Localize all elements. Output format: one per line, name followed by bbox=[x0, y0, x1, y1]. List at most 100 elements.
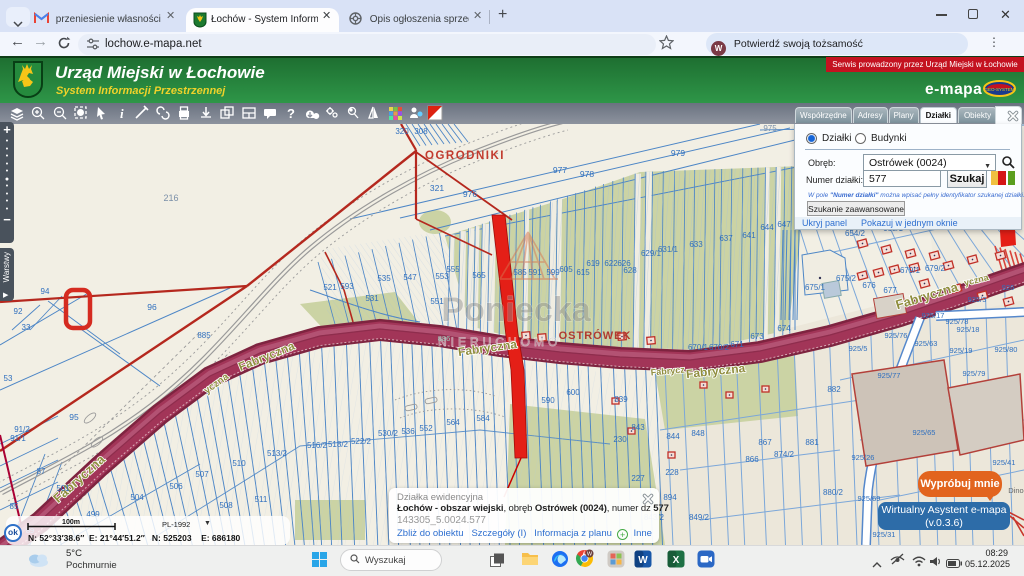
svg-text:926: 926 bbox=[1002, 283, 1015, 292]
svg-text:91/1: 91/1 bbox=[10, 434, 26, 443]
svg-text:522/2: 522/2 bbox=[351, 437, 372, 446]
svg-text:Poniecka: Poniecka bbox=[441, 291, 591, 329]
svg-text:85: 85 bbox=[10, 502, 19, 511]
svg-text:925/5: 925/5 bbox=[849, 344, 868, 353]
svg-text:228: 228 bbox=[665, 468, 679, 477]
svg-text:?: ? bbox=[287, 106, 295, 121]
svg-text:100m: 100m bbox=[62, 519, 80, 526]
svg-text:925/69: 925/69 bbox=[858, 494, 881, 503]
svg-text:530/2: 530/2 bbox=[378, 429, 399, 438]
svg-text:882: 882 bbox=[827, 385, 841, 394]
svg-text:X: X bbox=[673, 555, 680, 566]
svg-text:670/2: 670/2 bbox=[709, 343, 730, 352]
svg-text:535: 535 bbox=[377, 274, 391, 283]
svg-text:506: 506 bbox=[169, 482, 183, 491]
svg-text:OSTRÓWEK: OSTRÓWEK bbox=[559, 329, 632, 342]
svg-text:631/1: 631/1 bbox=[658, 245, 679, 254]
svg-text:670/1: 670/1 bbox=[688, 343, 709, 352]
svg-text:227: 227 bbox=[631, 474, 645, 483]
svg-text:677: 677 bbox=[883, 286, 897, 295]
svg-text:654/2: 654/2 bbox=[845, 229, 866, 238]
svg-text:565: 565 bbox=[472, 271, 486, 280]
svg-text:516/2: 516/2 bbox=[307, 441, 328, 450]
svg-text:839: 839 bbox=[614, 395, 628, 404]
svg-text:977: 977 bbox=[553, 165, 567, 175]
svg-text:874/2: 874/2 bbox=[774, 450, 795, 459]
svg-text:W: W bbox=[638, 555, 648, 566]
svg-text:511: 511 bbox=[255, 495, 268, 504]
svg-text:644: 644 bbox=[760, 223, 774, 232]
svg-text:320: 320 bbox=[395, 127, 409, 136]
svg-text:536: 536 bbox=[401, 427, 415, 436]
svg-text:593: 593 bbox=[340, 282, 354, 291]
svg-text:979: 979 bbox=[671, 148, 685, 158]
svg-text:551: 551 bbox=[430, 297, 444, 306]
svg-text:308: 308 bbox=[414, 127, 428, 136]
svg-text:925/77: 925/77 bbox=[878, 371, 901, 380]
svg-text:866: 866 bbox=[745, 455, 759, 464]
svg-text:975: 975 bbox=[763, 124, 777, 133]
svg-text:513/2: 513/2 bbox=[267, 449, 288, 458]
svg-text:880/2: 880/2 bbox=[823, 488, 844, 497]
svg-text:GEO-SYSTEM: GEO-SYSTEM bbox=[984, 87, 1014, 92]
svg-text:925/17: 925/17 bbox=[922, 311, 945, 320]
svg-text:552: 552 bbox=[419, 424, 433, 433]
svg-text:925/79: 925/79 bbox=[963, 369, 986, 378]
svg-text:Dino: Dino bbox=[1008, 486, 1023, 495]
svg-text:886: 886 bbox=[438, 334, 451, 343]
svg-text:679/1: 679/1 bbox=[900, 266, 921, 275]
svg-text:633: 633 bbox=[689, 240, 703, 249]
svg-text:605: 605 bbox=[559, 265, 573, 274]
svg-text:676: 676 bbox=[862, 281, 876, 290]
svg-text:510: 510 bbox=[232, 459, 246, 468]
svg-text:647: 647 bbox=[777, 220, 791, 229]
svg-text:531: 531 bbox=[365, 294, 379, 303]
svg-text:33: 33 bbox=[22, 323, 31, 332]
svg-text:230: 230 bbox=[613, 435, 627, 444]
svg-text:591: 591 bbox=[528, 268, 542, 277]
svg-text:679/2: 679/2 bbox=[925, 264, 946, 273]
svg-text:507: 507 bbox=[195, 470, 209, 479]
svg-text:885: 885 bbox=[197, 331, 211, 340]
svg-text:521: 521 bbox=[323, 283, 337, 292]
svg-text:87: 87 bbox=[37, 467, 46, 476]
svg-text:547: 547 bbox=[403, 273, 417, 282]
svg-text:925/76: 925/76 bbox=[885, 331, 908, 340]
svg-text:674: 674 bbox=[777, 324, 791, 333]
svg-text:91/2: 91/2 bbox=[14, 425, 30, 434]
svg-text:95: 95 bbox=[69, 412, 79, 422]
svg-text:564: 564 bbox=[446, 418, 460, 427]
svg-text:849/2: 849/2 bbox=[689, 513, 710, 522]
svg-text:600: 600 bbox=[566, 388, 580, 397]
svg-text:553: 553 bbox=[435, 272, 449, 281]
svg-text:615: 615 bbox=[576, 268, 590, 277]
svg-text:92: 92 bbox=[14, 307, 23, 316]
svg-text:925/26: 925/26 bbox=[852, 453, 875, 462]
svg-text:673: 673 bbox=[750, 332, 764, 341]
svg-text:96: 96 bbox=[147, 302, 157, 312]
svg-text:675/2: 675/2 bbox=[836, 274, 857, 283]
svg-text:590: 590 bbox=[541, 396, 555, 405]
svg-text:976: 976 bbox=[463, 189, 477, 199]
svg-text:925/31: 925/31 bbox=[873, 530, 896, 539]
svg-text:628: 628 bbox=[623, 266, 637, 275]
svg-text:OGRODNIKI: OGRODNIKI bbox=[425, 150, 505, 162]
svg-text:321: 321 bbox=[430, 183, 444, 193]
svg-text:675/1: 675/1 bbox=[805, 283, 826, 292]
svg-text:925/19: 925/19 bbox=[950, 346, 973, 355]
svg-text:637: 637 bbox=[719, 234, 733, 243]
svg-text:641: 641 bbox=[742, 231, 756, 240]
svg-text:216: 216 bbox=[163, 193, 178, 203]
svg-text:844: 844 bbox=[666, 432, 680, 441]
svg-text:881: 881 bbox=[805, 438, 819, 447]
svg-text:W: W bbox=[587, 551, 593, 557]
svg-text:843: 843 bbox=[631, 423, 645, 432]
svg-text:925/18: 925/18 bbox=[957, 325, 980, 334]
svg-text:501: 501 bbox=[56, 484, 70, 493]
svg-text:584: 584 bbox=[476, 414, 490, 423]
svg-text:585: 585 bbox=[513, 268, 527, 277]
svg-text:925/41: 925/41 bbox=[993, 458, 1016, 467]
svg-text:848: 848 bbox=[691, 429, 705, 438]
svg-text:518/2: 518/2 bbox=[328, 440, 349, 449]
svg-text:925/63: 925/63 bbox=[915, 339, 938, 348]
